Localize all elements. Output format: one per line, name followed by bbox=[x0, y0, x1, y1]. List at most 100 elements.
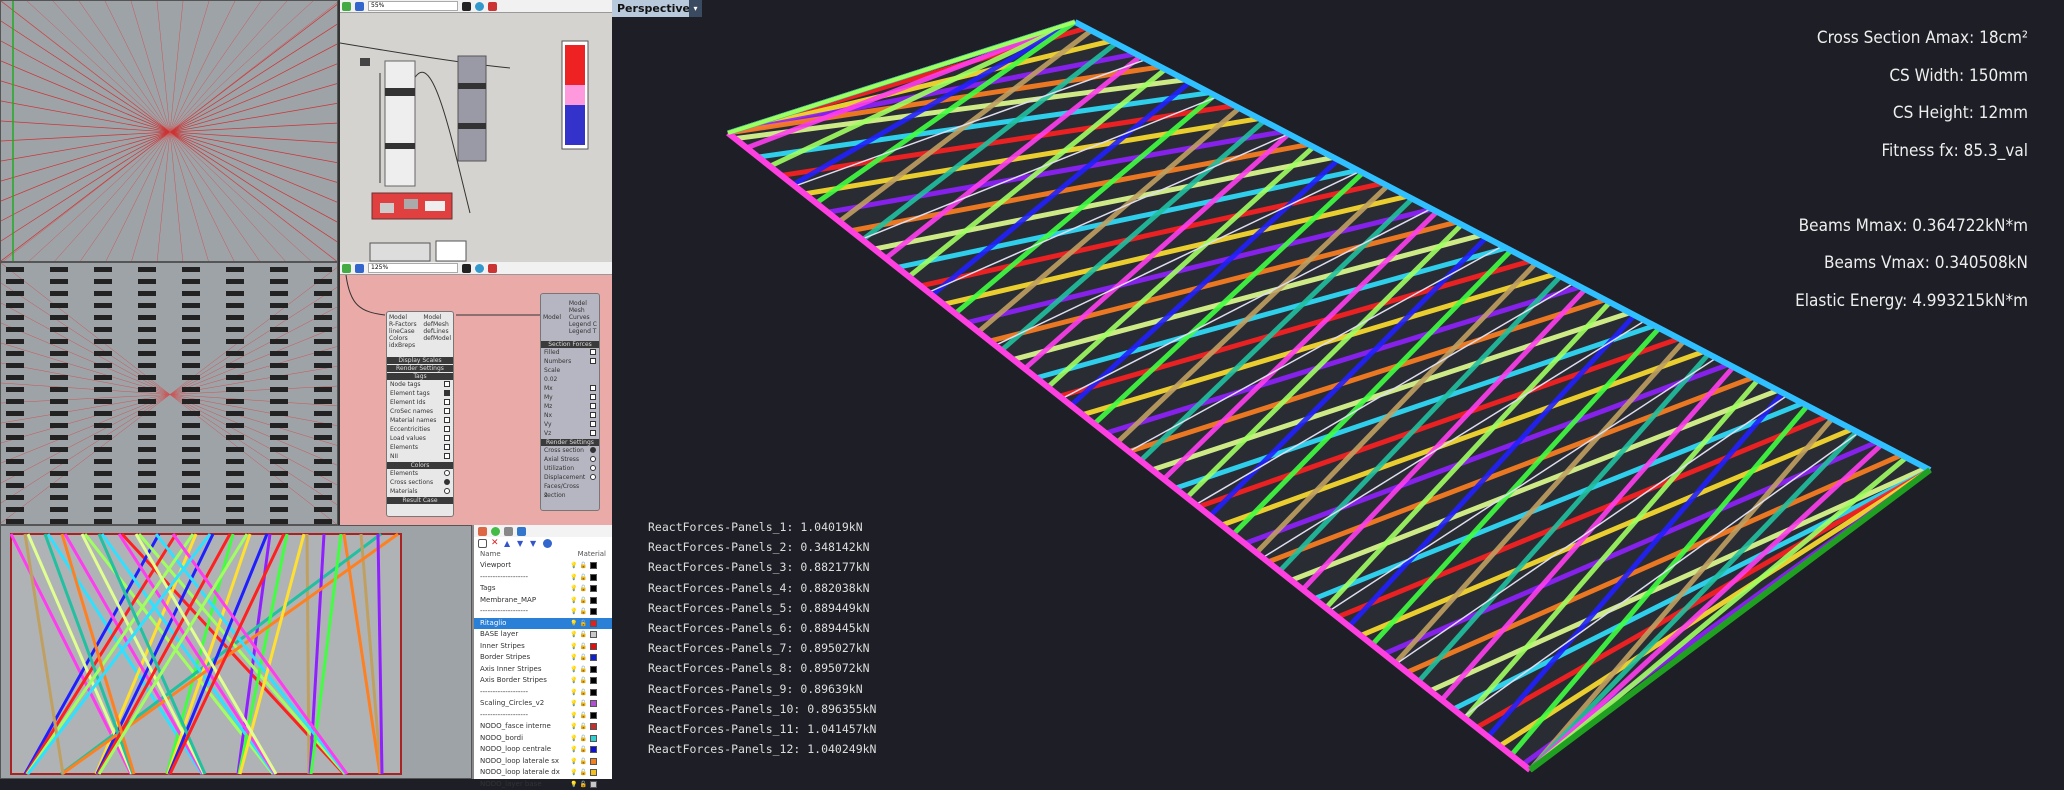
visibility-bulb-icon[interactable]: 💡 bbox=[570, 698, 577, 710]
preview-eye-icon[interactable] bbox=[475, 2, 484, 11]
output-param[interactable]: Legend C bbox=[569, 321, 597, 328]
lock-icon[interactable]: 🔓 bbox=[579, 572, 586, 584]
layer-row[interactable]: -------------------💡🔓 bbox=[474, 572, 612, 584]
open-icon[interactable] bbox=[342, 2, 351, 11]
layer-color-swatch[interactable] bbox=[590, 769, 597, 776]
layer-color-swatch[interactable] bbox=[590, 654, 597, 661]
section-header[interactable]: Display Scales bbox=[387, 357, 453, 364]
visibility-bulb-icon[interactable]: 💡 bbox=[570, 618, 577, 630]
layer-color-swatch[interactable] bbox=[590, 608, 597, 615]
visibility-bulb-icon[interactable]: 💡 bbox=[570, 583, 577, 595]
component-row[interactable]: Mx bbox=[541, 384, 599, 393]
lock-icon[interactable]: 🔓 bbox=[579, 721, 586, 733]
input-param[interactable]: lineCase bbox=[389, 328, 417, 335]
option-row[interactable]: Axial Stress bbox=[541, 455, 599, 464]
output-param[interactable]: defModel bbox=[423, 335, 451, 342]
material-column-header[interactable]: Material bbox=[578, 549, 606, 560]
option-row[interactable]: Displacement bbox=[541, 473, 599, 482]
option-row[interactable]: Element Ids bbox=[387, 398, 453, 407]
checkbox[interactable] bbox=[444, 453, 450, 459]
layer-row[interactable]: Tags💡🔓 bbox=[474, 583, 612, 595]
option-row[interactable]: NII bbox=[387, 452, 453, 461]
section-header[interactable]: Section Forces bbox=[541, 341, 599, 348]
viewport-bottom[interactable] bbox=[0, 525, 472, 779]
input-param[interactable]: R-Factors bbox=[389, 321, 417, 328]
layer-color-swatch[interactable] bbox=[590, 666, 597, 673]
filter-icon[interactable]: ▼ bbox=[530, 539, 539, 548]
zoom-extents-icon[interactable] bbox=[462, 2, 471, 11]
visibility-bulb-icon[interactable]: 💡 bbox=[570, 710, 577, 722]
layer-color-swatch[interactable] bbox=[590, 620, 597, 627]
option-row[interactable]: Elements bbox=[387, 443, 453, 452]
option-row[interactable]: Numbers bbox=[541, 357, 599, 366]
grasshopper-canvas-middle[interactable]: 125% ModelR-FactorslineCaseColorsidxBrep… bbox=[338, 262, 612, 525]
layer-color-swatch[interactable] bbox=[590, 735, 597, 742]
checkbox[interactable] bbox=[444, 444, 450, 450]
input-param[interactable]: idxBreps bbox=[389, 342, 417, 349]
section-header[interactable]: Render Settings bbox=[387, 365, 453, 372]
layer-row[interactable]: NODO_fasce interne💡🔓 bbox=[474, 721, 612, 733]
viewport-middle[interactable] bbox=[0, 262, 338, 525]
delete-layer-icon[interactable]: ✕ bbox=[491, 539, 500, 548]
input-param[interactable]: Model bbox=[543, 314, 561, 321]
visibility-bulb-icon[interactable]: 💡 bbox=[570, 767, 577, 779]
checkbox[interactable] bbox=[444, 399, 450, 405]
lock-icon[interactable]: 🔓 bbox=[579, 606, 586, 618]
layer-color-swatch[interactable] bbox=[590, 597, 597, 604]
layer-row[interactable]: NODO_layer base💡🔓 bbox=[474, 779, 612, 790]
layer-row[interactable]: -------------------💡🔓 bbox=[474, 606, 612, 618]
option-row[interactable]: Node tags bbox=[387, 380, 453, 389]
component-row[interactable]: Vz bbox=[541, 429, 599, 438]
layer-color-swatch[interactable] bbox=[590, 689, 597, 696]
input-param[interactable]: Model bbox=[389, 314, 417, 321]
layer-row[interactable]: -------------------💡🔓 bbox=[474, 710, 612, 722]
option-row[interactable]: Utilization bbox=[541, 464, 599, 473]
layer-color-swatch[interactable] bbox=[590, 585, 597, 592]
layer-row[interactable]: -------------------💡🔓 bbox=[474, 687, 612, 699]
option-row[interactable]: Cross sections bbox=[387, 478, 453, 487]
section-forces-component[interactable]: ModelModelMeshCurvesLegend CLegend TSect… bbox=[540, 293, 600, 511]
section-header[interactable]: Tags bbox=[387, 373, 453, 380]
lock-icon[interactable]: 🔓 bbox=[579, 583, 586, 595]
radio-button[interactable] bbox=[444, 479, 450, 485]
checkbox[interactable] bbox=[444, 390, 450, 396]
zoom-extents-icon[interactable] bbox=[462, 264, 471, 273]
layer-color-swatch[interactable] bbox=[590, 712, 597, 719]
output-param[interactable]: Legend T bbox=[569, 328, 597, 335]
layer-color-swatch[interactable] bbox=[590, 643, 597, 650]
layer-row[interactable]: Inner Stripes💡🔓 bbox=[474, 641, 612, 653]
output-param[interactable]: Model bbox=[423, 314, 451, 321]
visibility-bulb-icon[interactable]: 💡 bbox=[570, 756, 577, 768]
layer-color-swatch[interactable] bbox=[590, 781, 597, 788]
name-column-header[interactable]: Name bbox=[480, 549, 501, 560]
layer-row[interactable]: Membrane_MAP💡🔓 bbox=[474, 595, 612, 607]
layer-color-swatch[interactable] bbox=[590, 574, 597, 581]
notes-tab-icon[interactable] bbox=[517, 527, 526, 536]
lock-icon[interactable]: 🔓 bbox=[579, 664, 586, 676]
checkbox[interactable] bbox=[590, 430, 596, 436]
sketch-icon[interactable] bbox=[488, 264, 497, 273]
output-param[interactable]: Model bbox=[569, 300, 597, 307]
radio-button[interactable] bbox=[590, 465, 596, 471]
visibility-bulb-icon[interactable]: 💡 bbox=[570, 560, 577, 572]
layer-row[interactable]: NODO_loop laterale sx💡🔓 bbox=[474, 756, 612, 768]
component-row[interactable]: Vy bbox=[541, 420, 599, 429]
visibility-bulb-icon[interactable]: 💡 bbox=[570, 572, 577, 584]
layers-tab-icon[interactable] bbox=[478, 527, 487, 536]
display-tab-icon[interactable] bbox=[504, 527, 513, 536]
visibility-bulb-icon[interactable]: 💡 bbox=[570, 641, 577, 653]
lock-icon[interactable]: 🔓 bbox=[579, 710, 586, 722]
lock-icon[interactable]: 🔓 bbox=[579, 560, 586, 572]
viewport-tab-perspective[interactable]: Perspective▾ bbox=[612, 0, 702, 17]
checkbox[interactable] bbox=[590, 394, 596, 400]
lock-icon[interactable]: 🔓 bbox=[579, 595, 586, 607]
output-param[interactable]: defMesh bbox=[423, 321, 451, 328]
new-layer-icon[interactable] bbox=[478, 539, 487, 548]
layer-row[interactable]: NODO_bordi💡🔓 bbox=[474, 733, 612, 745]
help-icon[interactable] bbox=[543, 539, 552, 548]
lock-icon[interactable]: 🔓 bbox=[579, 652, 586, 664]
lock-icon[interactable]: 🔓 bbox=[579, 675, 586, 687]
visibility-bulb-icon[interactable]: 💡 bbox=[570, 595, 577, 607]
layer-row[interactable]: Scaling_Circles_v2💡🔓 bbox=[474, 698, 612, 710]
output-param[interactable]: defLines bbox=[423, 328, 451, 335]
